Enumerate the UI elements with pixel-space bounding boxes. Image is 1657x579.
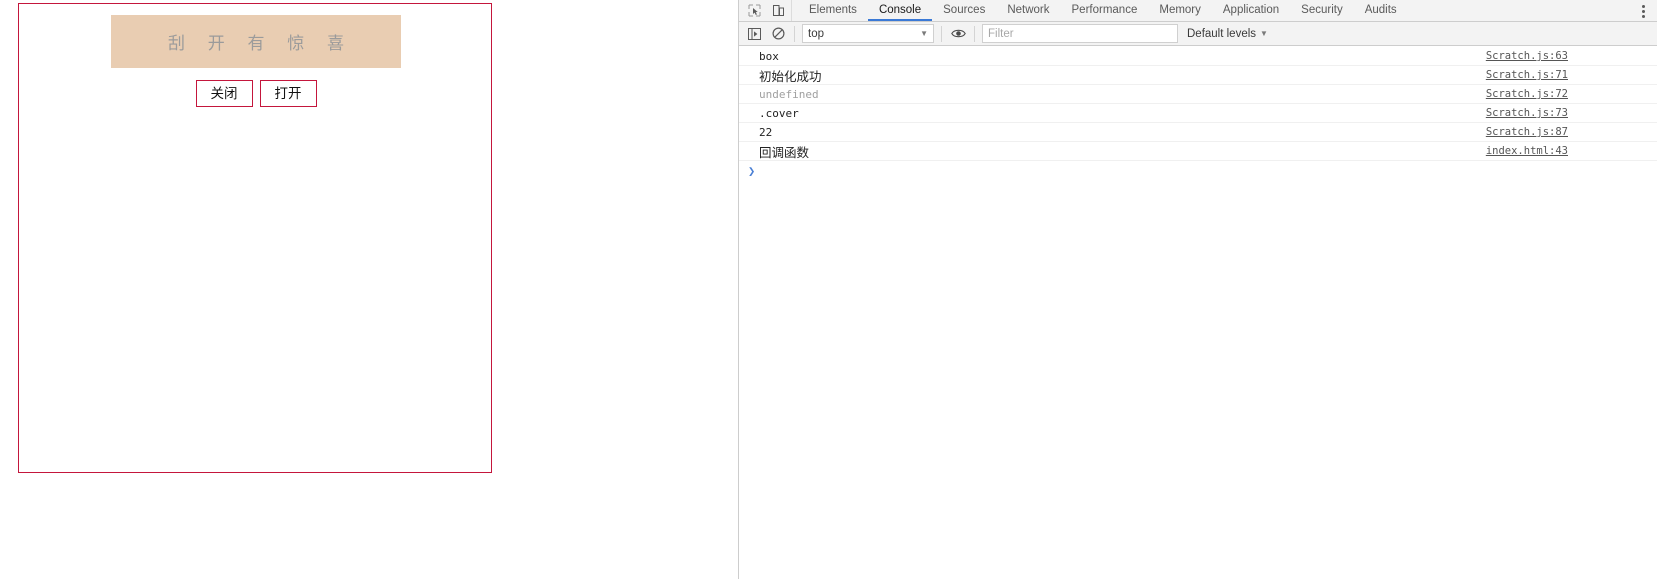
tab-security[interactable]: Security	[1290, 0, 1354, 21]
console-message-row[interactable]: 回调函数 index.html:43	[739, 142, 1657, 161]
console-context-value: top	[808, 27, 824, 40]
tab-application[interactable]: Application	[1212, 0, 1290, 21]
tab-memory[interactable]: Memory	[1148, 0, 1212, 21]
close-button[interactable]: 关闭	[195, 80, 253, 107]
console-message-row[interactable]: box Scratch.js:63	[739, 47, 1657, 66]
tab-audits[interactable]: Audits	[1354, 0, 1408, 21]
console-levels-dropdown[interactable]: Default levels ▼	[1187, 28, 1268, 40]
console-input-prompt[interactable]: ❯	[739, 161, 1657, 181]
tab-console[interactable]: Console	[867, 0, 933, 21]
console-filter-bar: top ▼ Default levels ▼	[739, 22, 1657, 46]
device-toolbar-icon[interactable]	[769, 2, 787, 20]
console-message-text: 初始化成功	[759, 68, 822, 84]
console-sidebar-icon[interactable]	[745, 25, 763, 43]
scratch-card-cover[interactable]: 刮 开 有 惊 喜	[111, 15, 401, 68]
console-message-source-link[interactable]: Scratch.js:87	[1486, 126, 1568, 138]
console-message-list[interactable]: box Scratch.js:63 初始化成功 Scratch.js:71 un…	[739, 47, 1657, 579]
tab-performance[interactable]: Performance	[1061, 0, 1149, 21]
console-message-text: 回调函数	[759, 144, 810, 160]
console-message-source-link[interactable]: Scratch.js:73	[1486, 107, 1568, 119]
devtools-tool-group	[739, 0, 792, 21]
page-content-frame: 刮 开 有 惊 喜 关闭 打开	[18, 3, 492, 473]
scratch-card-controls: 关闭 打开	[111, 80, 401, 107]
live-expression-icon[interactable]	[949, 25, 967, 43]
browser-page-pane: 刮 开 有 惊 喜 关闭 打开	[0, 0, 738, 579]
console-context-select[interactable]: top ▼	[802, 24, 934, 43]
console-message-row[interactable]: undefined Scratch.js:72	[739, 85, 1657, 104]
console-message-source-link[interactable]: Scratch.js:63	[1486, 50, 1568, 62]
console-message-source-link[interactable]: Scratch.js:71	[1486, 69, 1568, 81]
devtools-tab-list: Elements Console Sources Network Perform…	[792, 0, 1408, 21]
screen: 刮 开 有 惊 喜 关闭 打开 Elements Console Sources…	[0, 0, 1657, 579]
tab-elements[interactable]: Elements	[798, 0, 868, 21]
tab-sources[interactable]: Sources	[932, 0, 996, 21]
console-message-row[interactable]: .cover Scratch.js:73	[739, 104, 1657, 123]
chevron-down-icon: ▼	[920, 28, 928, 38]
console-message-source-link[interactable]: index.html:43	[1486, 145, 1568, 157]
vertical-dots	[1641, 4, 1645, 18]
console-message-text: .cover	[759, 106, 799, 120]
devtools-panel: Elements Console Sources Network Perform…	[738, 0, 1657, 579]
console-message-source-link[interactable]: Scratch.js:72	[1486, 88, 1568, 100]
console-message-text: 22	[759, 125, 773, 139]
console-filter-input[interactable]	[982, 24, 1178, 43]
toolbar-divider	[941, 25, 942, 42]
toolbar-divider	[974, 25, 975, 42]
console-message-text: box	[759, 49, 779, 63]
devtools-tabbar: Elements Console Sources Network Perform…	[739, 0, 1657, 22]
console-message-row[interactable]: 初始化成功 Scratch.js:71	[739, 66, 1657, 85]
tab-network[interactable]: Network	[996, 0, 1060, 21]
console-levels-label: Default levels	[1187, 27, 1257, 40]
prompt-chevron-icon: ❯	[748, 164, 756, 178]
inspect-element-icon[interactable]	[745, 2, 763, 20]
toolbar-divider	[794, 25, 795, 42]
open-button[interactable]: 打开	[259, 80, 317, 107]
console-message-text: undefined	[759, 87, 819, 101]
clear-console-icon[interactable]	[769, 25, 787, 43]
scratch-card-cover-text: 刮 开 有 惊 喜	[168, 34, 353, 53]
more-options-icon[interactable]	[1635, 0, 1651, 22]
chevron-down-icon: ▼	[1260, 28, 1268, 38]
scratch-card-widget: 刮 开 有 惊 喜 关闭 打开	[111, 15, 401, 107]
console-message-row[interactable]: 22 Scratch.js:87	[739, 123, 1657, 142]
